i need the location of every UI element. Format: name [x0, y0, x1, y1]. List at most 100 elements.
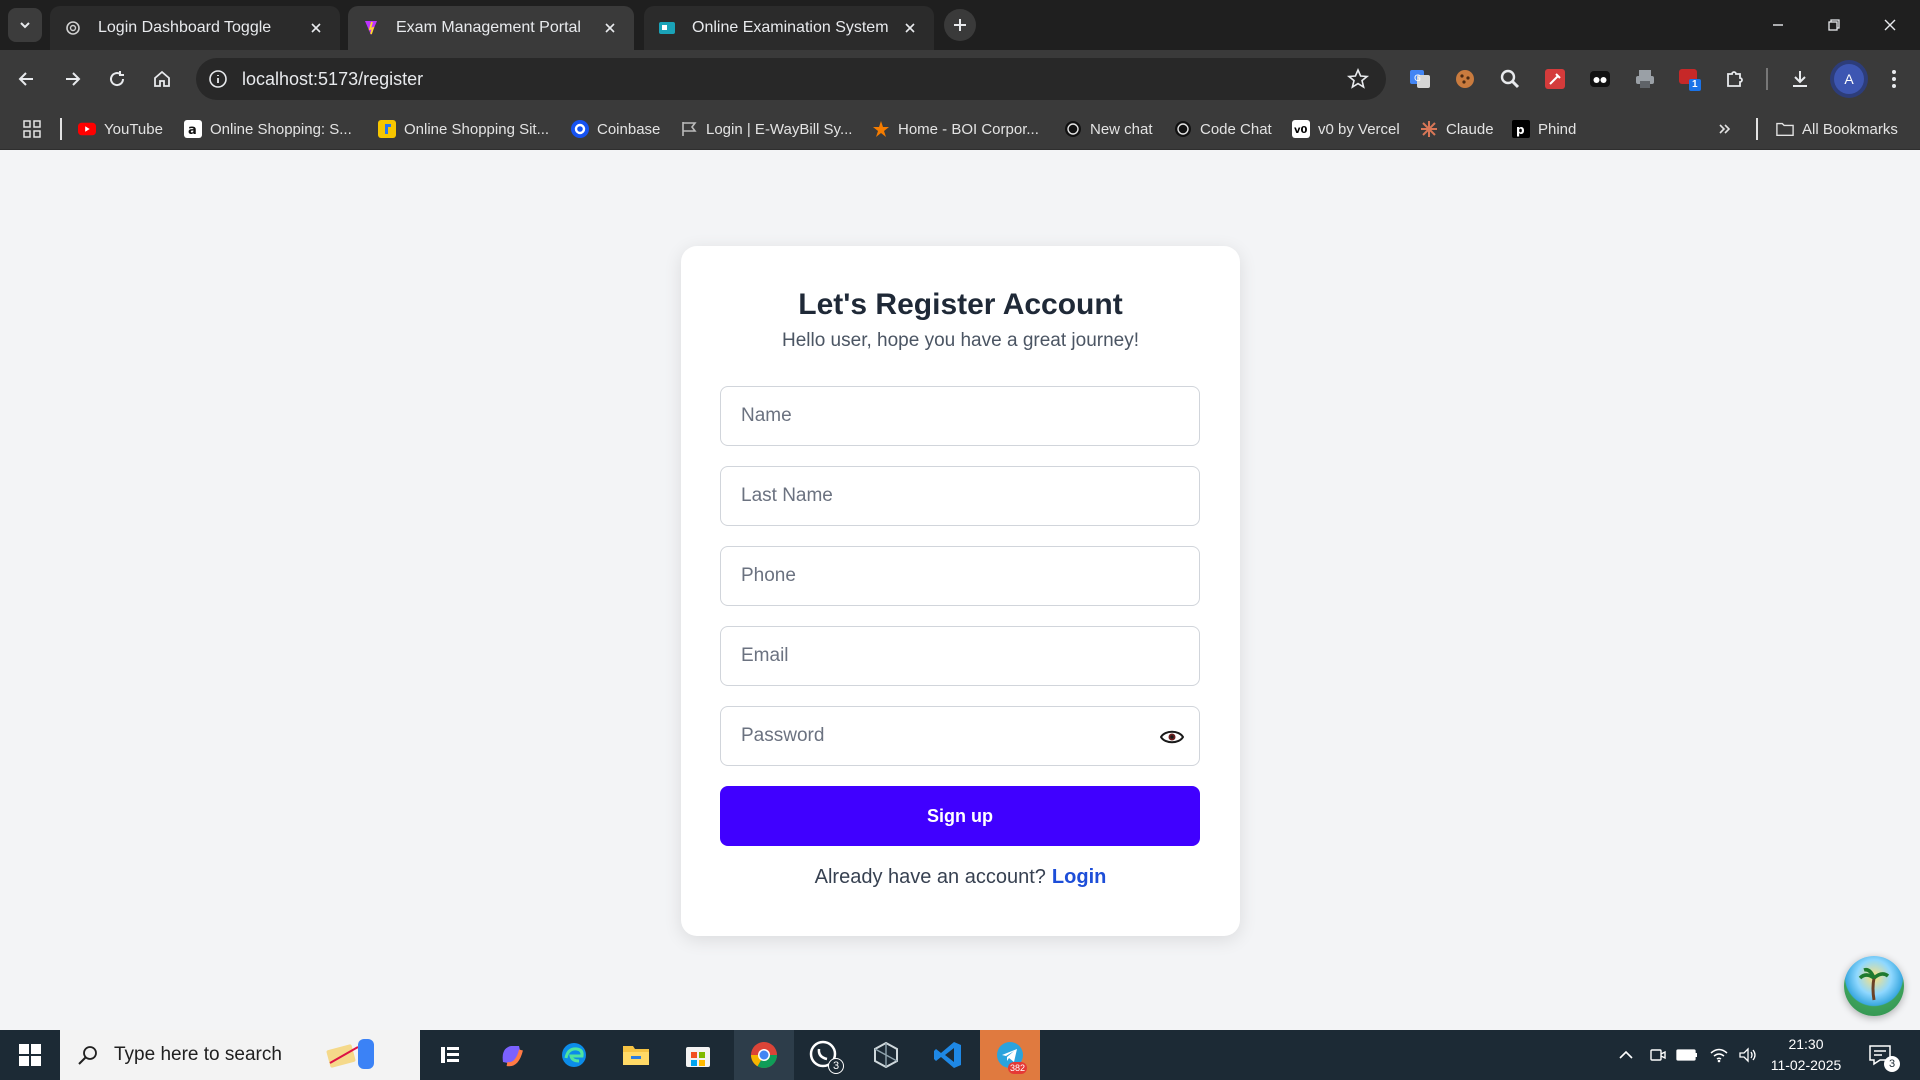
close-icon[interactable] [306, 18, 326, 38]
printer-icon[interactable] [1631, 65, 1659, 93]
chrome-icon[interactable] [734, 1030, 794, 1080]
taskbar-search[interactable]: Type here to search [60, 1030, 420, 1080]
magnifier-icon[interactable] [1496, 65, 1524, 93]
bookmark-code-chat[interactable]: Code Chat [1174, 118, 1272, 140]
close-icon[interactable] [900, 18, 920, 38]
reload-button[interactable] [101, 63, 133, 95]
forward-button[interactable] [56, 63, 88, 95]
sign-up-button[interactable]: Sign up [720, 786, 1200, 846]
bookmark-label: v0 by Vercel [1318, 120, 1400, 138]
info-icon[interactable] [208, 69, 228, 89]
folder-icon [1776, 120, 1794, 138]
microsoft-store-icon[interactable] [668, 1030, 728, 1080]
login-prompt-text: Already have an account? [814, 866, 1046, 888]
bookmark-label: Claude [1446, 120, 1494, 138]
page-content: Let's Register Account Hello user, hope … [0, 150, 1920, 1030]
tab-title: Exam Management Portal [396, 19, 581, 36]
coinbase-icon [571, 120, 589, 138]
google-translate-icon[interactable]: G [1406, 65, 1434, 93]
more-bookmarks-chevron-icon[interactable] [1718, 118, 1732, 140]
color-picker-icon[interactable] [1541, 65, 1569, 93]
download-icon[interactable] [1786, 65, 1814, 93]
search-placeholder: Type here to search [114, 1044, 282, 1065]
bookmark-amazon[interactable]: a Online Shopping: S... [184, 118, 352, 140]
bookmark-ewaybill[interactable]: Login | E-WayBill Sy... [680, 118, 852, 140]
whatsapp-icon[interactable]: 3 [794, 1030, 854, 1080]
tab-search-button[interactable] [8, 8, 42, 42]
flipkart-icon [378, 120, 396, 138]
file-explorer-icon[interactable] [606, 1030, 666, 1080]
bookmark-phind[interactable]: p Phind [1512, 118, 1576, 140]
address-bar[interactable]: localhost:5173/register [196, 58, 1386, 100]
app-hexagon-icon[interactable] [856, 1030, 916, 1080]
tab-online-examination[interactable]: Online Examination System Insi [644, 6, 934, 50]
phind-icon: p [1512, 120, 1530, 138]
tab-title: Login Dashboard Toggle [98, 19, 272, 36]
phone-input[interactable] [721, 547, 1199, 605]
system-clock[interactable]: 21:30 11-02-2025 [1760, 1034, 1852, 1076]
wifi-icon[interactable] [1706, 1030, 1732, 1080]
beach-extension-icon[interactable] [1844, 956, 1904, 1016]
bookmark-claude[interactable]: Claude [1420, 118, 1494, 140]
profile-avatar[interactable]: A [1830, 60, 1868, 98]
eye-icon[interactable] [1159, 724, 1185, 750]
close-icon [1884, 19, 1896, 31]
telegram-icon[interactable]: 382 [980, 1030, 1040, 1080]
restore-button[interactable] [1806, 0, 1862, 50]
page-subtitle: Hello user, hope you have a great journe… [781, 330, 1139, 351]
star-icon[interactable] [1346, 67, 1370, 91]
home-button[interactable] [146, 63, 178, 95]
tab-login-dashboard[interactable]: Login Dashboard Toggle [50, 6, 340, 50]
windows-icon [19, 1044, 41, 1066]
login-link[interactable]: Login [1052, 866, 1106, 888]
amazon-icon: a [184, 120, 202, 138]
copilot-icon[interactable] [482, 1030, 542, 1080]
bookmark-youtube[interactable]: YouTube [78, 118, 163, 140]
chatgpt-icon [1174, 120, 1192, 138]
tray-chevron-up-icon[interactable] [1614, 1030, 1638, 1080]
bookmark-flipkart[interactable]: Online Shopping Sit... [378, 118, 549, 140]
task-view-icon[interactable] [420, 1030, 480, 1080]
volume-icon[interactable] [1736, 1030, 1760, 1080]
restore-icon [1828, 19, 1840, 31]
all-bookmarks-folder[interactable]: All Bookmarks [1776, 118, 1898, 140]
vite-icon [362, 19, 380, 37]
telegram-badge: 382 [1008, 1062, 1028, 1074]
bookmark-coinbase[interactable]: Coinbase [571, 118, 660, 140]
close-window-button[interactable] [1862, 0, 1918, 50]
minimize-button[interactable] [1750, 0, 1806, 50]
svg-text:a: a [188, 123, 197, 138]
email-input[interactable] [721, 627, 1199, 685]
battery-icon[interactable] [1674, 1030, 1700, 1080]
bookmark-new-chat[interactable]: New chat [1064, 118, 1153, 140]
svg-text:v0: v0 [1294, 125, 1308, 136]
meet-now-icon[interactable] [1646, 1030, 1670, 1080]
bookmark-v0[interactable]: v0 v0 by Vercel [1292, 118, 1400, 140]
tab-exam-management[interactable]: Exam Management Portal [348, 6, 634, 50]
kebab-menu-icon[interactable] [1880, 65, 1908, 93]
chatgpt-icon [64, 19, 82, 37]
apps-grid-icon[interactable] [22, 118, 42, 140]
notification-center-icon[interactable]: 3 [1862, 1038, 1900, 1072]
last-name-input[interactable] [721, 467, 1199, 525]
password-input[interactable] [721, 707, 1199, 765]
shield-extension-icon[interactable]: 1 [1676, 65, 1704, 93]
name-input[interactable] [721, 387, 1199, 445]
phone-field [720, 546, 1200, 606]
cookie-icon[interactable] [1451, 65, 1479, 93]
url-text[interactable]: localhost:5173/register [242, 69, 1346, 90]
new-tab-button[interactable] [944, 9, 976, 41]
back-button[interactable] [11, 63, 43, 95]
profile-initial: A [1834, 64, 1864, 94]
start-button[interactable] [0, 1030, 60, 1080]
vscode-icon[interactable] [918, 1030, 978, 1080]
close-icon[interactable] [600, 18, 620, 38]
bookmark-boi[interactable]: Home - BOI Corpor... [872, 118, 1039, 140]
edge-icon[interactable] [544, 1030, 604, 1080]
chatgpt-icon [1064, 120, 1082, 138]
puzzle-icon[interactable] [1721, 65, 1749, 93]
bookmark-label: Online Shopping Sit... [404, 120, 550, 138]
incognito-icon[interactable] [1586, 65, 1614, 93]
bookmarks-bar: YouTube a Online Shopping: S... Online S… [0, 108, 1920, 150]
search-highlight-icon [326, 1039, 374, 1069]
